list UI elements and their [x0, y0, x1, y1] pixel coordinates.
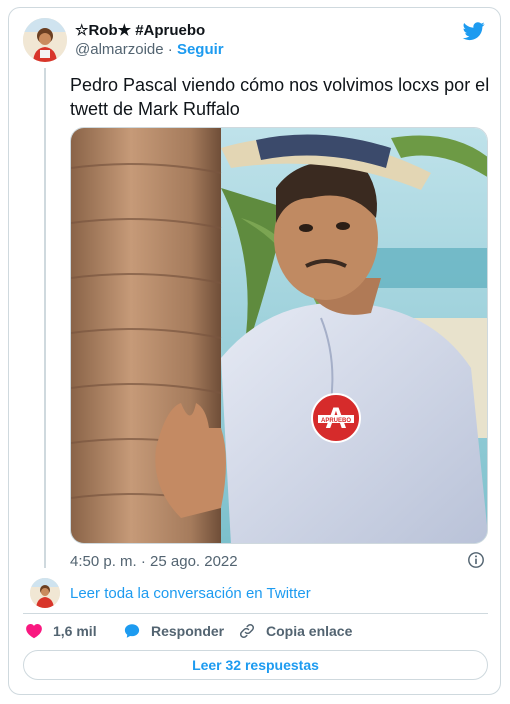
conversation-avatar: [30, 578, 60, 608]
like-action[interactable]: 1,6 mil: [25, 622, 97, 640]
tweet-timestamp[interactable]: 4:50 p. m. · 25 ago. 2022: [70, 553, 238, 570]
info-icon[interactable]: [467, 551, 485, 569]
tweet-text: Pedro Pascal viendo cómo nos volvimos lo…: [70, 75, 490, 119]
twitter-bird-icon[interactable]: [462, 20, 486, 42]
read-replies-button[interactable]: Leer 32 respuestas: [23, 650, 488, 680]
reply-label: Responder: [151, 623, 225, 639]
author-handle-line: @almarzoide · Seguir: [75, 41, 224, 58]
handle-separator: ·: [167, 41, 173, 58]
tweet-card: ☆Rob★ #Apruebo @almarzoide · Seguir Pedr…: [8, 7, 501, 695]
author-avatar[interactable]: [23, 18, 67, 62]
read-conversation-link[interactable]: Leer toda la conversación en Twitter: [70, 585, 311, 602]
actions-divider: [23, 613, 488, 614]
copy-link-action[interactable]: Copia enlace: [238, 622, 352, 640]
author-handle[interactable]: @almarzoide: [75, 41, 164, 58]
tweet-media-image[interactable]: A APRUEBO: [70, 127, 488, 544]
copy-link-label: Copia enlace: [266, 623, 353, 639]
follow-button[interactable]: Seguir: [177, 41, 224, 58]
actions-bar: 1,6 mil Responder Copia enlace: [23, 622, 488, 642]
reply-bubble-icon: [124, 624, 140, 638]
like-count: 1,6 mil: [53, 623, 97, 639]
author-name[interactable]: ☆Rob★ #Apruebo: [75, 21, 205, 39]
apruebo-badge-text: APRUEBO: [321, 418, 351, 424]
reply-action[interactable]: Responder: [123, 622, 224, 640]
heart-icon: [26, 624, 42, 639]
thread-line: [44, 68, 46, 568]
link-icon: [239, 623, 255, 639]
